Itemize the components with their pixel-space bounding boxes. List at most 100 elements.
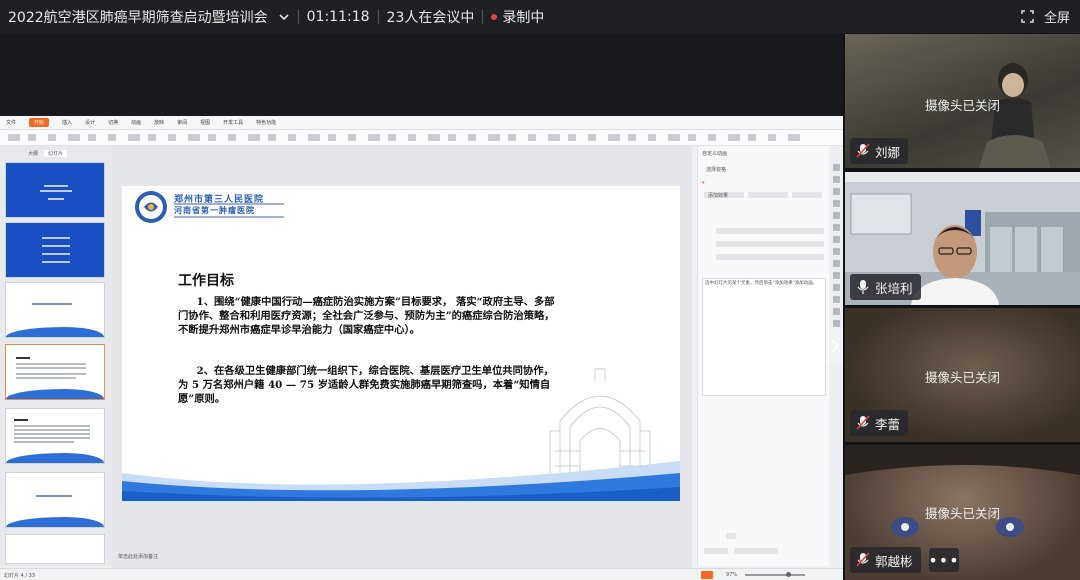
side-tool-icon[interactable] bbox=[833, 212, 840, 219]
side-tool-icon[interactable] bbox=[833, 320, 840, 327]
ribbon-tab[interactable]: 切换 bbox=[108, 119, 118, 126]
zoom-level[interactable]: 97% bbox=[726, 572, 737, 578]
toolbar-button[interactable] bbox=[628, 134, 636, 141]
tab-outline[interactable]: 大纲 bbox=[28, 150, 38, 157]
ribbon-tab[interactable]: 特色功能 bbox=[256, 119, 276, 126]
toolbar-button[interactable] bbox=[608, 134, 620, 141]
next-page-button[interactable] bbox=[827, 328, 843, 364]
more-options-button[interactable]: ••• bbox=[928, 548, 959, 572]
toolbar-button[interactable] bbox=[268, 134, 276, 141]
slide-thumbnail-selected[interactable] bbox=[5, 344, 105, 400]
slide-thumbnail[interactable] bbox=[5, 534, 105, 564]
toolbar-button[interactable] bbox=[328, 134, 336, 141]
current-slide[interactable]: 郑州市第三人民医院 河南省第一肿瘤医院 工作目标 1、围绕“健康中国行动—癌症防… bbox=[122, 186, 680, 501]
add-effect-button[interactable]: 添加效果 bbox=[708, 192, 728, 199]
panel-button[interactable] bbox=[734, 548, 778, 554]
ribbon-tab[interactable]: 开发工具 bbox=[223, 119, 243, 126]
participant-tile[interactable]: 摄像头已关闭 郭越彬 bbox=[845, 445, 1080, 580]
play-slideshow-button[interactable] bbox=[701, 571, 713, 579]
ribbon-tab[interactable]: 动画 bbox=[131, 119, 141, 126]
toolbar-button[interactable] bbox=[468, 134, 476, 141]
tab-slides[interactable]: 幻灯片 bbox=[44, 150, 68, 157]
select-pane-option[interactable]: 选择窗格 bbox=[706, 166, 726, 173]
toolbar-button[interactable] bbox=[648, 134, 656, 141]
toolbar-button[interactable] bbox=[408, 134, 416, 141]
toolbar-button[interactable] bbox=[88, 134, 96, 141]
slide-thumbnail[interactable] bbox=[5, 222, 105, 278]
participant-tile-active[interactable]: 张培利 bbox=[845, 172, 1080, 305]
toolbar-button[interactable] bbox=[308, 134, 320, 141]
toolbar-button[interactable] bbox=[748, 134, 756, 141]
side-tool-icon[interactable] bbox=[833, 236, 840, 243]
ribbon-tab[interactable]: 文件 bbox=[6, 119, 16, 126]
toolbar-button[interactable] bbox=[48, 134, 56, 141]
side-tool-icon[interactable] bbox=[833, 296, 840, 303]
toolbar-button[interactable] bbox=[368, 134, 380, 141]
toolbar-button[interactable] bbox=[128, 134, 140, 141]
toolbar-button[interactable] bbox=[588, 134, 596, 141]
toolbar-button[interactable] bbox=[148, 134, 156, 141]
toolbar-button[interactable] bbox=[508, 134, 516, 141]
side-tool-icon[interactable] bbox=[833, 272, 840, 279]
side-tool-icon[interactable] bbox=[833, 260, 840, 267]
panel-button[interactable] bbox=[748, 192, 788, 198]
side-tool-icon[interactable] bbox=[833, 248, 840, 255]
toolbar-button[interactable] bbox=[108, 134, 116, 141]
toolbar-button[interactable] bbox=[288, 134, 296, 141]
toolbar-button[interactable] bbox=[248, 134, 260, 141]
toolbar-button[interactable] bbox=[548, 134, 560, 141]
panel-field[interactable] bbox=[716, 241, 824, 247]
slide-thumbnail[interactable] bbox=[5, 472, 105, 528]
panel-button[interactable] bbox=[726, 533, 736, 539]
side-tool-icon[interactable] bbox=[833, 188, 840, 195]
side-tool-icon[interactable] bbox=[833, 164, 840, 171]
participant-count[interactable]: 23人在会议中 bbox=[387, 7, 475, 27]
slide-thumbnail[interactable] bbox=[5, 282, 105, 338]
toolbar-button[interactable] bbox=[188, 134, 200, 141]
toolbar-button[interactable] bbox=[688, 134, 696, 141]
zoom-slider[interactable] bbox=[745, 574, 805, 576]
side-tool-icon[interactable] bbox=[833, 224, 840, 231]
zoom-slider-handle[interactable] bbox=[786, 572, 791, 577]
side-tool-icon[interactable] bbox=[833, 284, 840, 291]
toolbar-button[interactable] bbox=[728, 134, 740, 141]
recording-status[interactable]: 录制中 bbox=[502, 7, 544, 27]
toolbar-button[interactable] bbox=[448, 134, 456, 141]
toolbar-button[interactable] bbox=[68, 134, 80, 141]
side-tool-icon[interactable] bbox=[833, 200, 840, 207]
toolbar-button[interactable] bbox=[28, 134, 36, 141]
toolbar-button[interactable] bbox=[488, 134, 500, 141]
slide-thumbnail[interactable] bbox=[5, 408, 105, 464]
participant-tile[interactable]: 摄像头已关闭 李蕾 bbox=[845, 308, 1080, 442]
panel-field[interactable] bbox=[716, 228, 824, 234]
ribbon-tab[interactable]: 插入 bbox=[62, 119, 72, 126]
ribbon-tab[interactable]: 开始 bbox=[29, 118, 50, 127]
participant-tile[interactable]: 摄像头已关闭 刘娜 bbox=[845, 34, 1080, 168]
side-tool-icon[interactable] bbox=[833, 176, 840, 183]
toolbar-button[interactable] bbox=[668, 134, 680, 141]
fullscreen-button[interactable]: 全屏 bbox=[1021, 0, 1070, 33]
toolbar-button[interactable] bbox=[788, 134, 800, 141]
ribbon-tab[interactable]: 设计 bbox=[85, 119, 95, 126]
toolbar-button[interactable] bbox=[388, 134, 396, 141]
panel-field[interactable] bbox=[716, 254, 824, 260]
panel-button[interactable] bbox=[704, 548, 728, 554]
toolbar-button[interactable] bbox=[8, 134, 20, 141]
toolbar-button[interactable] bbox=[208, 134, 216, 141]
toolbar-button[interactable] bbox=[228, 134, 236, 141]
side-tool-icon[interactable] bbox=[833, 308, 840, 315]
ribbon-tab[interactable]: 审阅 bbox=[177, 119, 187, 126]
toolbar-button[interactable] bbox=[568, 134, 576, 141]
panel-button[interactable] bbox=[792, 192, 822, 198]
toolbar-button[interactable] bbox=[428, 134, 440, 141]
toolbar-button[interactable] bbox=[708, 134, 716, 141]
toolbar-button[interactable] bbox=[348, 134, 356, 141]
toolbar-button[interactable] bbox=[528, 134, 536, 141]
notes-placeholder[interactable]: 单击此处添加备注 bbox=[118, 553, 158, 560]
meeting-title[interactable]: 2022航空港区肺癌早期筛查启动暨培训会 bbox=[0, 7, 268, 27]
ribbon-tab[interactable]: 放映 bbox=[154, 119, 164, 126]
ribbon-tab[interactable]: 视图 bbox=[200, 119, 210, 126]
toolbar-button[interactable] bbox=[768, 134, 776, 141]
toolbar-button[interactable] bbox=[168, 134, 176, 141]
chevron-down-icon[interactable] bbox=[278, 11, 290, 23]
